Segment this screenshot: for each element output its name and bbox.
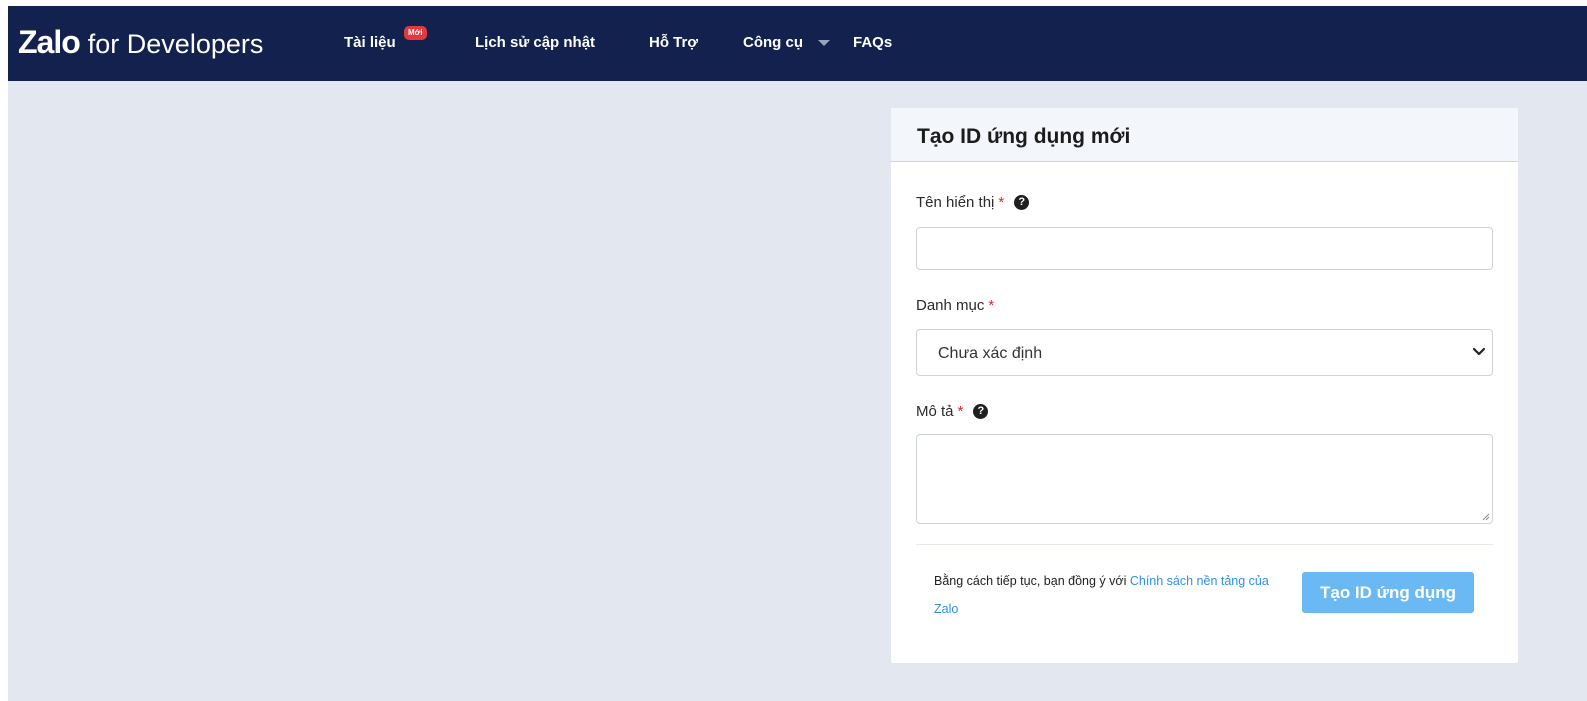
new-badge: Mới [404, 26, 427, 40]
nav-item-changelog[interactable]: Lịch sử cập nhật [475, 34, 595, 51]
caret-down-icon[interactable] [818, 40, 830, 46]
form-divider [916, 544, 1493, 545]
nav-item-support[interactable]: Hỗ Trợ [649, 34, 698, 51]
brand-logo: Zalo [18, 24, 81, 60]
category-select[interactable]: Chưa xác định [916, 329, 1493, 376]
top-navbar: Zalo for Developers Tài liệu Mới Lịch sử… [8, 6, 1587, 81]
required-mark: * [998, 194, 1005, 211]
display-name-label: Tên hiển thị * ? [916, 194, 1030, 211]
display-name-label-text: Tên hiển thị [916, 194, 995, 211]
description-label: Mô tả * ? [916, 403, 989, 420]
nav-item-docs[interactable]: Tài liệu [344, 34, 396, 51]
required-mark: * [957, 403, 964, 420]
create-app-button[interactable]: Tạo ID ứng dụng [1302, 572, 1474, 613]
required-mark: * [988, 297, 995, 314]
help-icon[interactable]: ? [973, 404, 989, 419]
description-textarea[interactable] [916, 434, 1493, 524]
help-icon[interactable]: ? [1014, 195, 1030, 210]
card-title: Tạo ID ứng dụng mới [917, 125, 1131, 148]
card-header: Tạo ID ứng dụng mới [891, 108, 1518, 162]
consent-prefix: Bằng cách tiếp tục, bạn đồng ý với [934, 574, 1127, 588]
category-label: Danh mục * [916, 297, 994, 314]
create-app-card: Tạo ID ứng dụng mới Tên hiển thị * ? Dan… [891, 108, 1518, 663]
nav-item-faqs[interactable]: FAQs [853, 34, 892, 51]
brand-subtitle: for Developers [87, 29, 264, 59]
nav-item-tools[interactable]: Công cụ [743, 34, 803, 51]
category-selected-value: Chưa xác định [938, 345, 1043, 362]
consent-text: Bằng cách tiếp tục, bạn đồng ý với Chính… [934, 567, 1284, 623]
display-name-input[interactable] [916, 227, 1493, 270]
app-frame: Zalo for Developers Tài liệu Mới Lịch sử… [8, 6, 1587, 701]
resize-handle-icon[interactable] [1481, 512, 1490, 521]
category-label-text: Danh mục [916, 297, 985, 314]
description-label-text: Mô tả [916, 403, 954, 420]
brand[interactable]: Zalo for Developers [18, 24, 263, 64]
chevron-down-icon [1472, 347, 1486, 356]
